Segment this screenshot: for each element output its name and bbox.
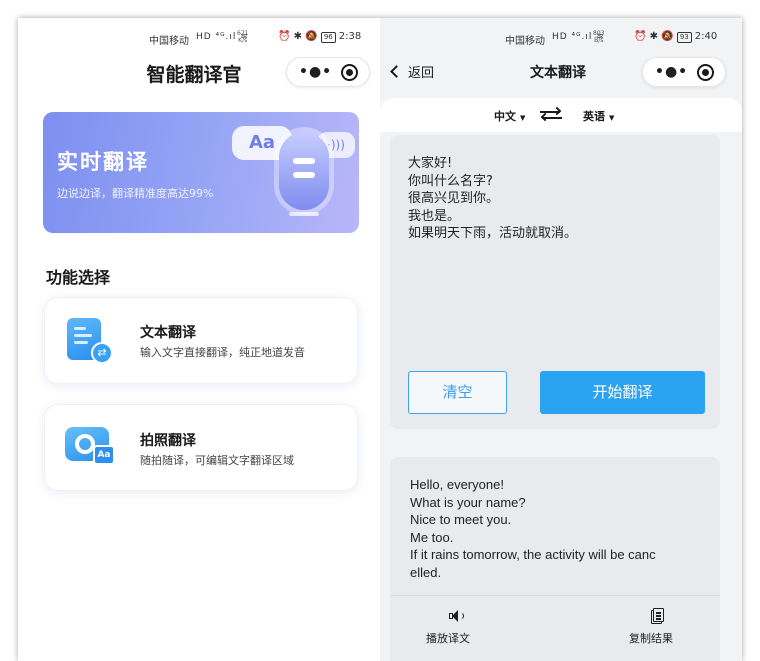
banner-realtime-translate[interactable]: 实时翻译 边说边译，翻译精准度高达99% Aa ·))) [43, 112, 359, 233]
mini-program-capsule[interactable]: •●• [286, 57, 370, 87]
status-right: ⏰ ✱ 🔕 93 2:40 [634, 31, 717, 43]
caret-down-icon: ▼ [520, 114, 526, 122]
text-translate-screen: 中国移动 HD ⁴ᴳ.ıl ≋ 803 B/s ⏰ ✱ 🔕 93 2:40 返回 文… [380, 18, 742, 661]
feature-desc: 随拍随译，可编辑文字翻译区域 [140, 454, 294, 467]
feature-card-text-translate[interactable]: ⇄ 文本翻译 输入文字直接翻译，纯正地道发音 [44, 297, 358, 384]
net-speed: 803 B/s [593, 30, 605, 44]
banner-title: 实时翻译 [57, 150, 149, 174]
start-translate-button[interactable]: 开始翻译 [540, 371, 705, 414]
microphone-stand [289, 212, 319, 216]
status-bar: 中国移动 HD ⁴ᴳ.ıl ≋ 803 B/s ⏰ ✱ 🔕 93 2:40 [380, 30, 742, 47]
translation-result-card: Hello, everyone! What is your name? Nice… [390, 457, 720, 661]
home-screen: 中国移动 HD ⁴ᴳ.ıl ≋ 671 K/s ⏰ ✱ 🔕 96 2:38 智能翻译… [18, 18, 380, 661]
result-actions: 播放译文 复制结果 [390, 595, 720, 661]
source-text[interactable]: 大家好! 你叫什么名字? 很高兴见到你。 我也是。 如果明天下雨，活动就取消。 [408, 155, 577, 243]
alarm-bt-mute-icons: ⏰ ✱ 🔕 [278, 31, 318, 42]
copy-result-button[interactable]: 复制结果 [611, 608, 691, 646]
status-bar: 中国移动 HD ⁴ᴳ.ıl ≋ 671 K/s ⏰ ✱ 🔕 96 2:38 [18, 30, 380, 47]
carrier-label: 中国移动 [505, 36, 545, 47]
mini-program-capsule[interactable]: •●• [642, 57, 726, 87]
text-translate-icon: ⇄ [67, 318, 113, 364]
play-translation-button[interactable]: 播放译文 [408, 608, 488, 646]
language-selector: 中文 ▼ 英语 ▼ [380, 98, 742, 132]
carrier-label: 中国移动 [149, 36, 189, 47]
screenshot-frame: 中国移动 HD ⁴ᴳ.ıl ≋ 671 K/s ⏰ ✱ 🔕 96 2:38 智能翻译… [18, 18, 742, 661]
target-circle-icon[interactable] [341, 64, 358, 81]
caret-down-icon: ▼ [609, 114, 615, 122]
target-circle-icon[interactable] [697, 64, 714, 81]
feature-title: 文本翻译 [140, 325, 196, 341]
swap-languages-icon[interactable] [540, 106, 562, 122]
feature-desc: 输入文字直接翻译，纯正地道发音 [140, 346, 305, 359]
source-text-area[interactable]: 大家好! 你叫什么名字? 很高兴见到你。 我也是。 如果明天下雨，活动就取消。 … [390, 135, 720, 429]
section-title: 功能选择 [46, 268, 111, 287]
feature-title: 拍照翻译 [140, 433, 196, 449]
aa-badge: Aa [93, 445, 115, 465]
feature-card-photo-translate[interactable]: Aa 拍照翻译 随拍随译，可编辑文字翻译区域 [44, 404, 358, 491]
battery-icon: 93 [676, 32, 692, 43]
clock: 2:38 [338, 31, 362, 42]
status-right: ⏰ ✱ 🔕 96 2:38 [278, 31, 361, 43]
clear-button[interactable]: 清空 [408, 371, 507, 414]
target-language-dropdown[interactable]: 英语 ▼ [583, 108, 614, 124]
banner-subtitle: 边说边译，翻译精准度高达99% [57, 187, 214, 200]
source-language-dropdown[interactable]: 中文 ▼ [494, 108, 525, 124]
translation-result-text: Hello, everyone! What is your name? Nice… [410, 477, 656, 580]
alarm-bt-mute-icons: ⏰ ✱ 🔕 [634, 31, 674, 42]
more-dots-icon[interactable]: •●• [299, 64, 332, 80]
microphone-icon [279, 132, 329, 210]
camera-translate-icon: Aa [65, 427, 115, 465]
clock: 2:40 [694, 31, 718, 42]
battery-icon: 96 [320, 32, 336, 43]
more-dots-icon[interactable]: •●• [655, 64, 688, 80]
net-speed: 671 K/s [237, 30, 249, 44]
